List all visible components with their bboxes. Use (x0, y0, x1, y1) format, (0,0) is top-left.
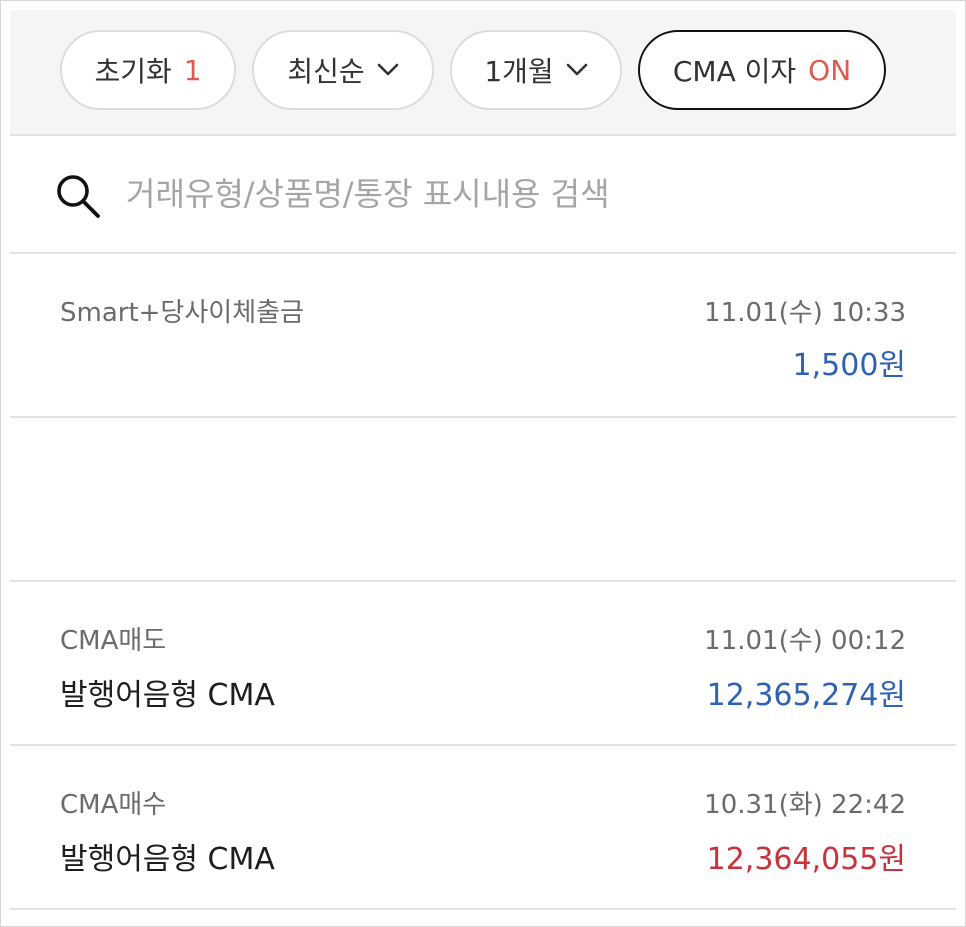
chevron-down-icon (566, 63, 587, 76)
transaction-datetime: 11.01(수) 00:12 (704, 626, 906, 656)
transaction-datetime: 11.01(수) 10:33 (704, 298, 906, 328)
transaction-row[interactable]: CMA매도 발행어음형 CMA 11.01(수) 00:12 12,365,27… (10, 582, 956, 746)
period-dropdown[interactable]: 1개월 (450, 30, 622, 110)
filter-bar: 초기화 1 최신순 1개월 CMA 이자 ON (10, 10, 956, 136)
transaction-type: Smart+당사이체출금 (60, 298, 304, 328)
reset-count-badge: 1 (183, 53, 202, 87)
transaction-type: CMA매수 (60, 790, 167, 820)
transaction-type: CMA매도 (60, 626, 167, 656)
sort-dropdown[interactable]: 최신순 (252, 30, 434, 110)
sort-label: 최신순 (287, 55, 365, 88)
transaction-product: 발행어음형 CMA (60, 678, 275, 713)
cma-interest-label: CMA 이자 (672, 55, 797, 88)
empty-row (10, 418, 956, 582)
transaction-product: 발행어음형 CMA (60, 842, 275, 877)
search-bar (10, 136, 956, 254)
transaction-amount: 1,500원 (792, 348, 906, 383)
transaction-row[interactable]: CMA매수 발행어음형 CMA 10.31(화) 22:42 12,364,05… (10, 746, 956, 910)
search-input[interactable] (126, 164, 906, 224)
chevron-down-icon (377, 63, 398, 76)
reset-filter-button[interactable]: 초기화 1 (60, 30, 236, 110)
transaction-datetime: 10.31(화) 22:42 (704, 790, 906, 820)
transaction-amount: 12,365,274원 (706, 678, 906, 713)
cma-interest-state: ON (808, 53, 852, 87)
transaction-row[interactable]: Smart+당사이체출금 11.01(수) 10:33 1,500원 (10, 254, 956, 418)
cma-interest-toggle[interactable]: CMA 이자 ON (638, 30, 886, 110)
transaction-amount: 12,364,055원 (706, 842, 906, 877)
reset-label: 초기화 (94, 55, 172, 88)
period-label: 1개월 (484, 55, 554, 88)
search-icon[interactable] (54, 172, 102, 220)
